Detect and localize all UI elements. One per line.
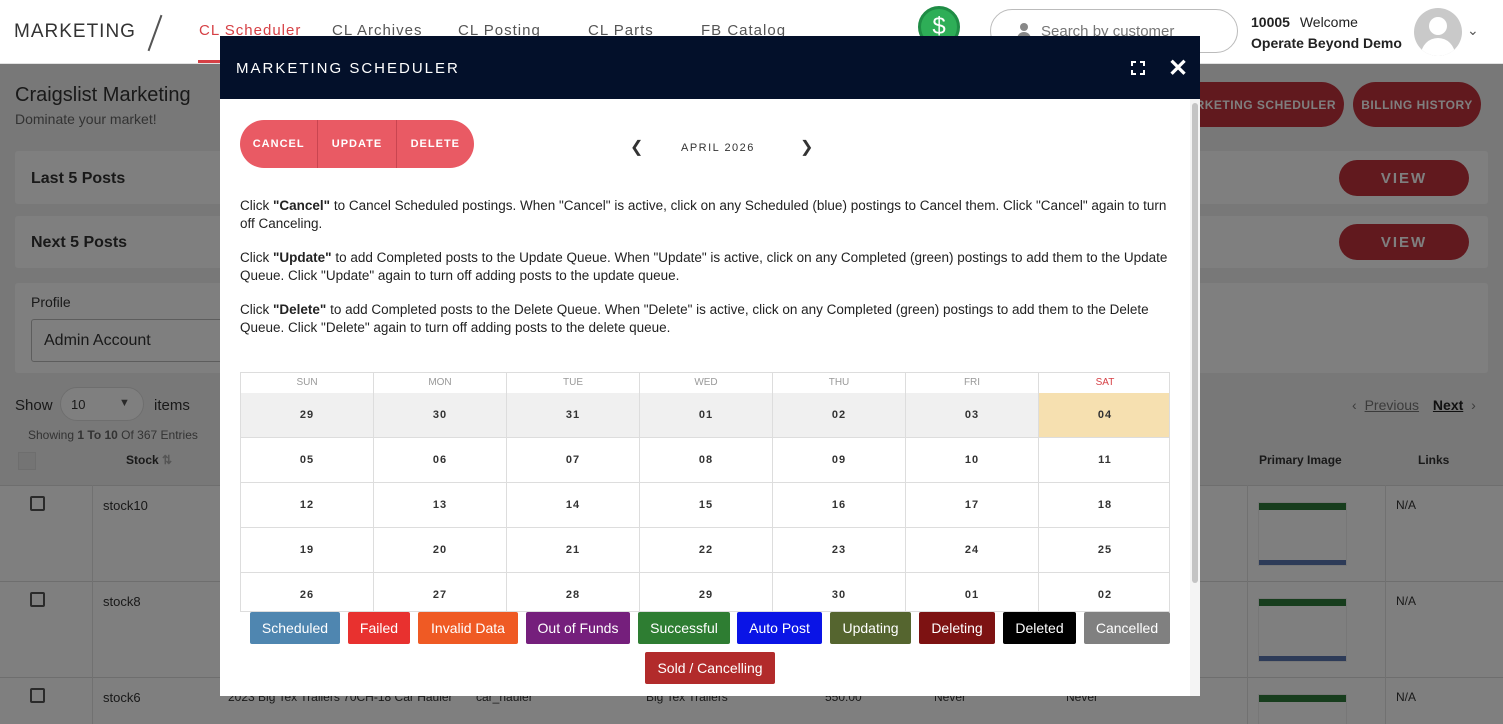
instruction-keyword: "Cancel" (273, 198, 331, 213)
calendar-day[interactable]: 20 (374, 528, 507, 573)
legend-deleting: Deleting (919, 612, 995, 644)
legend-failed: Failed (348, 612, 410, 644)
calendar-day[interactable]: 23 (773, 528, 906, 573)
brand-title: MARKETING (14, 21, 136, 42)
calendar-day[interactable]: 22 (640, 528, 773, 573)
instruction-cancel: Click "Cancel" to Cancel Scheduled posti… (240, 197, 1180, 233)
calendar-day[interactable]: 29 (241, 393, 374, 438)
calendar-day[interactable]: 04 (1039, 393, 1169, 438)
weekday-tue: TUE (507, 373, 640, 393)
legend-invalid-data: Invalid Data (418, 612, 518, 644)
weekday-thu: THU (773, 373, 906, 393)
previous-month-icon[interactable]: ❮ (630, 137, 643, 157)
calendar-day[interactable]: 27 (374, 573, 507, 611)
instruction-update: Click "Update" to add Completed posts to… (240, 249, 1180, 285)
modal-header: MARKETING SCHEDULER ✕ (220, 36, 1200, 99)
calendar-day[interactable]: 25 (1039, 528, 1169, 573)
user-info: 10005 Welcome Operate Beyond Demo (1251, 12, 1402, 54)
next-month-icon[interactable]: ❯ (800, 137, 813, 157)
legend-successful: Successful (638, 612, 730, 644)
chevron-down-icon[interactable]: ⌄ (1467, 22, 1479, 39)
calendar-day[interactable]: 24 (906, 528, 1039, 573)
weekday-fri: FRI (906, 373, 1039, 393)
legend-scheduled: Scheduled (250, 612, 340, 644)
calendar-day[interactable]: 10 (906, 438, 1039, 483)
instruction-keyword: "Delete" (273, 302, 327, 317)
action-button-group: CANCEL UPDATE DELETE (240, 120, 474, 168)
expand-icon[interactable] (1131, 61, 1145, 75)
weekday-sun: SUN (241, 373, 374, 393)
calendar-day[interactable]: 02 (1039, 573, 1169, 611)
calendar-day[interactable]: 12 (241, 483, 374, 528)
calendar-day[interactable]: 03 (906, 393, 1039, 438)
calendar-day[interactable]: 31 (507, 393, 640, 438)
calendar-day[interactable]: 09 (773, 438, 906, 483)
click-word: Click (240, 250, 273, 265)
calendar-day[interactable]: 19 (241, 528, 374, 573)
calendar-day[interactable]: 06 (374, 438, 507, 483)
calendar-day[interactable]: 16 (773, 483, 906, 528)
delete-mode-button[interactable]: DELETE (397, 120, 474, 168)
welcome-text: Welcome (1299, 14, 1358, 30)
modal-scrollbar[interactable] (1190, 99, 1200, 696)
legend-sold-cancelling: Sold / Cancelling (645, 652, 775, 684)
instruction-delete: Click "Delete" to add Completed posts to… (240, 301, 1180, 337)
legend-updating: Updating (830, 612, 911, 644)
month-label: APRIL 2026 (681, 142, 755, 154)
legend-cancelled: Cancelled (1084, 612, 1170, 644)
calendar-grid: SUN MON TUE WED THU FRI SAT 29 30 31 01 02 03 04 05 06 0… (240, 372, 1170, 612)
instruction-keyword: "Update" (273, 250, 332, 265)
calendar-day[interactable]: 30 (374, 393, 507, 438)
weekday-sat: SAT (1039, 373, 1169, 393)
calendar-day[interactable]: 30 (773, 573, 906, 611)
close-icon[interactable]: ✕ (1168, 54, 1188, 83)
modal-title: MARKETING SCHEDULER (236, 60, 460, 77)
weekday-mon: MON (374, 373, 507, 393)
update-mode-button[interactable]: UPDATE (318, 120, 397, 168)
calendar-day[interactable]: 07 (507, 438, 640, 483)
calendar-day[interactable]: 14 (507, 483, 640, 528)
click-word: Click (240, 302, 273, 317)
marketing-scheduler-modal: MARKETING SCHEDULER ✕ CANCEL UPDATE DELE… (220, 36, 1200, 696)
calendar-day[interactable]: 01 (906, 573, 1039, 611)
cancel-mode-button[interactable]: CANCEL (240, 120, 319, 168)
calendar-day[interactable]: 28 (507, 573, 640, 611)
calendar-day[interactable]: 18 (1039, 483, 1169, 528)
legend-deleted: Deleted (1003, 612, 1076, 644)
weekday-wed: WED (640, 373, 773, 393)
calendar-day[interactable]: 21 (507, 528, 640, 573)
instruction-text: to add Completed posts to the Delete Que… (240, 302, 1149, 335)
calendar-day[interactable]: 08 (640, 438, 773, 483)
legend-out-of-funds: Out of Funds (526, 612, 630, 644)
calendar-day[interactable]: 01 (640, 393, 773, 438)
calendar-day[interactable]: 26 (241, 573, 374, 611)
company-name: Operate Beyond Demo (1251, 35, 1402, 51)
legend-auto-post: Auto Post (737, 612, 822, 644)
calendar-day[interactable]: 05 (241, 438, 374, 483)
calendar-day[interactable]: 15 (640, 483, 773, 528)
instruction-text: to Cancel Scheduled postings. When "Canc… (240, 198, 1167, 231)
avatar[interactable] (1414, 8, 1462, 56)
scrollbar-thumb[interactable] (1192, 103, 1198, 583)
calendar-day[interactable]: 11 (1039, 438, 1169, 483)
brand-divider (147, 14, 163, 52)
calendar-day[interactable]: 29 (640, 573, 773, 611)
calendar-day[interactable]: 17 (906, 483, 1039, 528)
user-id: 10005 (1251, 14, 1290, 30)
instruction-text: to add Completed posts to the Update Que… (240, 250, 1168, 283)
calendar-day[interactable]: 02 (773, 393, 906, 438)
calendar-day[interactable]: 13 (374, 483, 507, 528)
click-word: Click (240, 198, 273, 213)
